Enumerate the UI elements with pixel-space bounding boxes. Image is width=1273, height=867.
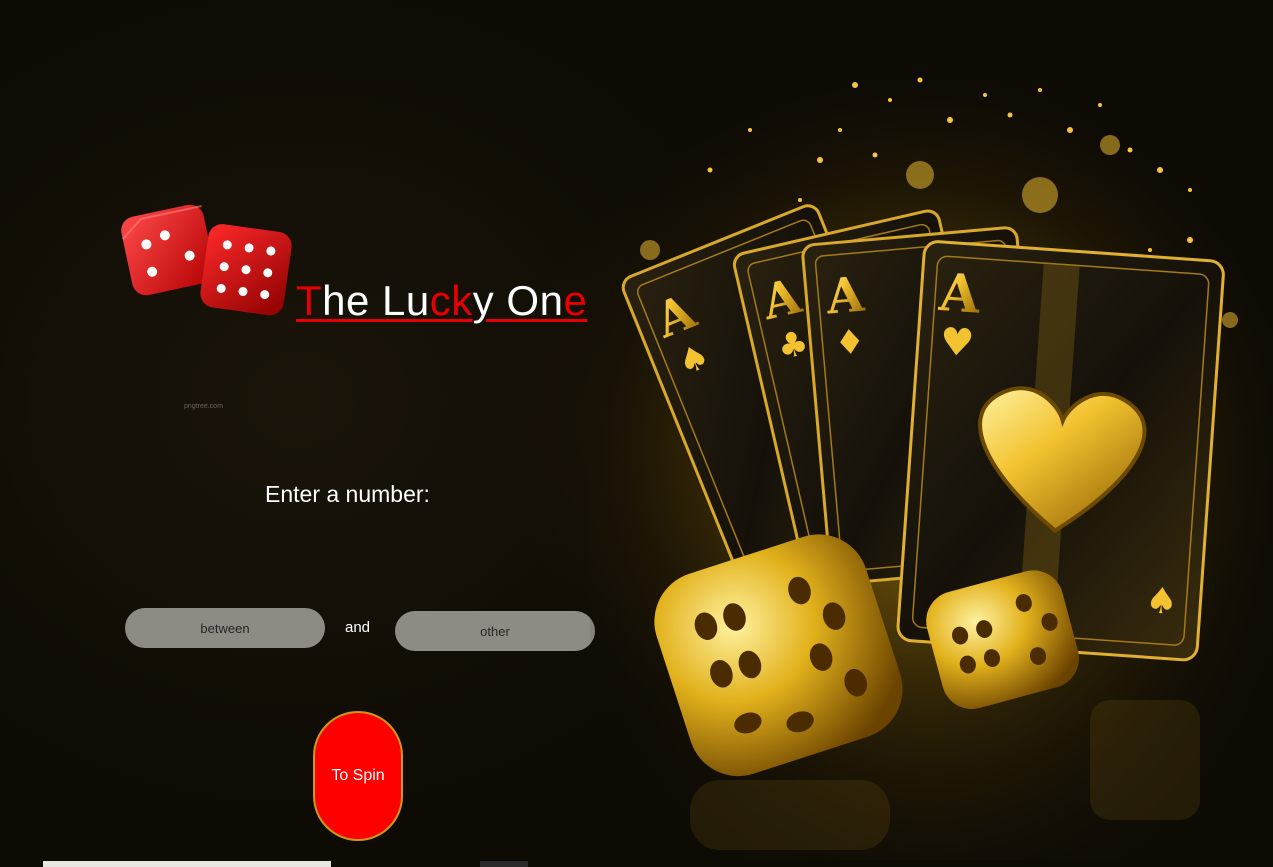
image-credit: pngtree.com — [184, 403, 223, 410]
title-part: y On — [472, 277, 564, 324]
svg-text:♥: ♥ — [938, 319, 975, 365]
svg-text:A: A — [936, 262, 982, 326]
max-number-input[interactable] — [395, 611, 595, 651]
spin-button[interactable]: To Spin — [313, 711, 403, 841]
red-dice-icon — [121, 204, 292, 316]
title-part: T — [296, 277, 323, 324]
and-label: and — [345, 619, 371, 636]
title-part: he Lu — [322, 277, 430, 324]
svg-text:♠: ♠ — [1144, 580, 1179, 623]
svg-text:A: A — [823, 266, 867, 325]
svg-text:♦: ♦ — [833, 322, 867, 365]
bottom-strip — [480, 861, 528, 867]
page-title: The Lucky One — [296, 277, 587, 325]
number-prompt: Enter a number: — [265, 481, 430, 507]
bottom-strip — [43, 861, 331, 867]
title-part: e — [563, 277, 588, 324]
golden-aces-and-dice-illustration: A ♠ A ♣ A ♦ A ♥ ♠ — [590, 60, 1273, 860]
page: The Lucky One pngtree.com Enter a number… — [0, 0, 1273, 867]
title-part: ck — [429, 277, 473, 324]
min-number-input[interactable] — [125, 608, 325, 648]
